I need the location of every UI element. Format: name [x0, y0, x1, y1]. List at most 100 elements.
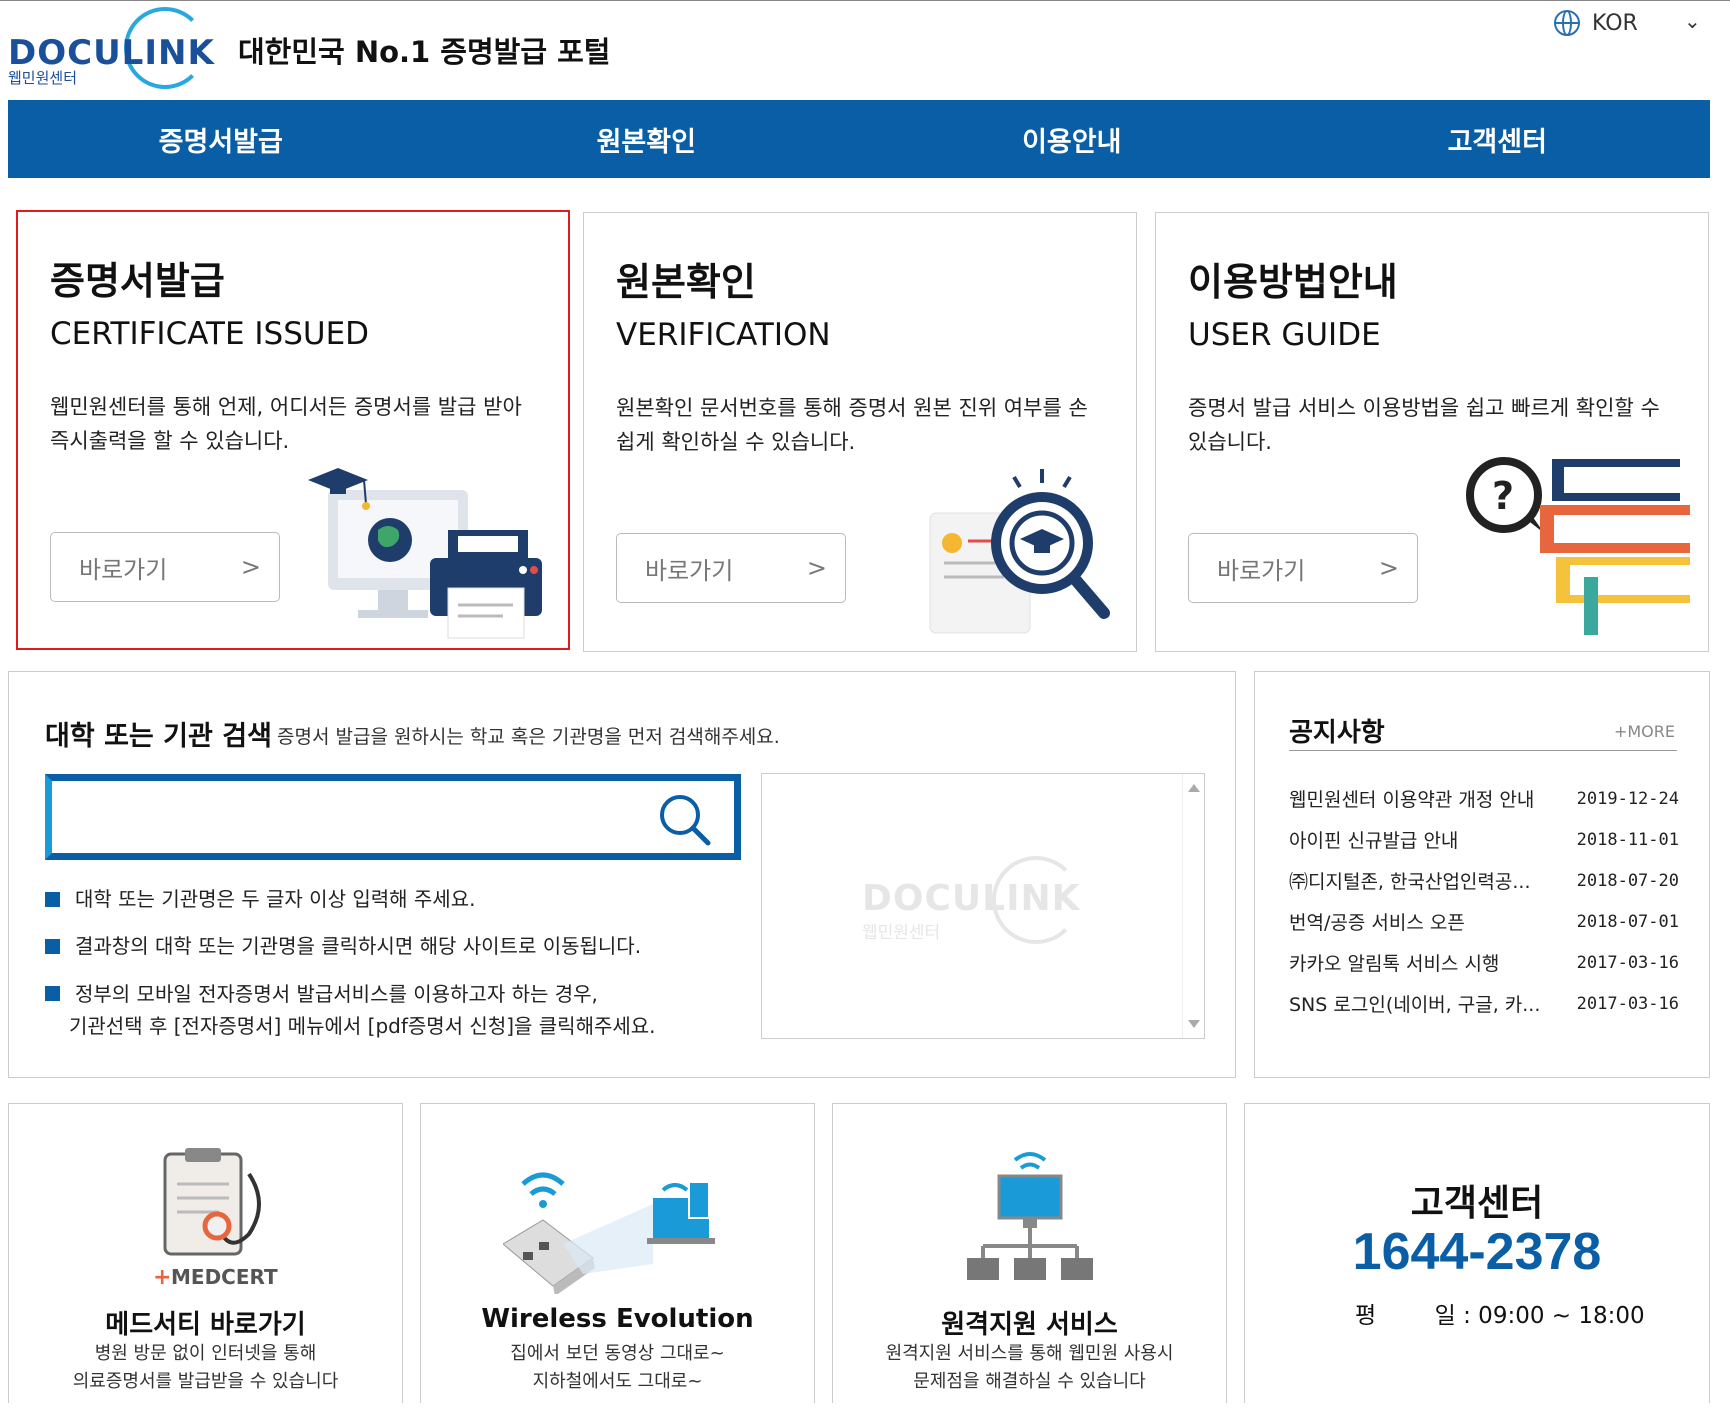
- nav-customer-center[interactable]: 고객센터: [1285, 100, 1711, 178]
- notice-item[interactable]: 카카오 알림톡 서비스 시행 2017-03-16: [1289, 942, 1679, 983]
- notice-item-title[interactable]: ㈜디지털존, 한국산업인력공...: [1289, 867, 1551, 894]
- bcard-desc-line: 문제점을 해결하실 수 있습니다: [913, 1371, 1146, 1392]
- bullet-square-icon: [45, 939, 60, 954]
- institution-search-panel: 대학 또는 기관 검색 증명서 발급을 원하시는 학교 혹은 기관명을 먼저 검…: [8, 671, 1236, 1078]
- card-user-guide: 이용방법안내 USER GUIDE 증명서 발급 서비스 이용방법을 쉽고 빠르…: [1155, 212, 1709, 652]
- card-title: 이용방법안내: [1188, 260, 1398, 304]
- card-verification: 원본확인 VERIFICATION 원본확인 문서번호를 통해 증명서 원본 진…: [583, 212, 1137, 652]
- main-nav: 증명서발급 원본확인 이용안내 고객센터: [8, 100, 1710, 178]
- go-button-label: 바로가기: [1217, 556, 1306, 585]
- svg-text:?: ?: [1492, 474, 1514, 518]
- language-label: KOR: [1592, 10, 1638, 36]
- doculink-watermark: DOCULINK 웹민원센터: [862, 856, 1102, 946]
- bullet-square-icon: [45, 892, 60, 907]
- watermark-text: DOCULINK: [862, 878, 1081, 919]
- search-icon[interactable]: [656, 791, 712, 847]
- notice-list: 웹민원센터 이용약관 개정 안내 2019-12-24 아이핀 신규발급 안내 20…: [1289, 778, 1679, 1024]
- bcard-desc-line: 의료증명서를 발급받을 수 있습니다: [72, 1371, 339, 1392]
- nav-verification[interactable]: 원본확인: [434, 100, 860, 178]
- nav-guide[interactable]: 이용안내: [859, 100, 1285, 178]
- notice-item-title[interactable]: 번역/공증 서비스 오픈: [1289, 908, 1551, 935]
- bcard-desc: 병원 방문 없이 인터넷을 통해 의료증명서를 발급받을 수 있습니다: [9, 1340, 402, 1396]
- card-desc: 웹민원센터를 통해 언제, 어디서든 증명서를 발급 받아 즉시출력을 할 수 …: [50, 395, 522, 453]
- bcard-title: 원격지원 서비스: [941, 1310, 1118, 1340]
- notice-item[interactable]: SNS 로그인(네이버, 구글, 카... 2017-03-16: [1289, 983, 1679, 1024]
- card-subtitle: CERTIFICATE ISSUED: [50, 316, 370, 352]
- scroll-up-icon[interactable]: [1188, 784, 1200, 792]
- nav-certificate[interactable]: 증명서발급: [8, 100, 434, 178]
- bcard-desc-line: 집에서 보던 동영상 그대로~: [510, 1343, 725, 1364]
- language-selector[interactable]: KOR ⌄: [1554, 7, 1701, 39]
- card-desc: 원본확인 문서번호를 통해 증명서 원본 진위 여부를 손쉽게 확인하실 수 있…: [616, 396, 1088, 454]
- arrow-right-icon: >: [240, 553, 261, 581]
- go-button-verification[interactable]: 바로가기 >: [616, 533, 846, 603]
- notice-item-date: 2018-07-20: [1576, 870, 1679, 891]
- search-tips: 대학 또는 기관명은 두 글자 이상 입력해 주세요. 결과창의 대학 또는 기…: [45, 884, 656, 1059]
- arrow-right-icon: >: [806, 554, 827, 582]
- card-title: 증명서발급: [50, 259, 225, 303]
- arrow-right-icon: >: [1378, 554, 1399, 582]
- tip-item: 결과창의 대학 또는 기관명을 클릭하시면 해당 사이트로 이동됩니다.: [45, 931, 656, 961]
- search-title: 대학 또는 기관 검색: [45, 721, 272, 752]
- scroll-down-icon[interactable]: [1188, 1020, 1200, 1028]
- tip-text: 결과창의 대학 또는 기관명을 클릭하시면 해당 사이트로 이동됩니다.: [75, 934, 642, 958]
- card-certificate: 증명서발급 CERTIFICATE ISSUED 웹민원센터를 통해 언제, 어…: [16, 210, 570, 650]
- notice-item-date: 2017-03-16: [1576, 952, 1679, 973]
- go-button-label: 바로가기: [79, 555, 168, 584]
- card-desc: 증명서 발급 서비스 이용방법을 쉽고 빠르게 확인할 수 있습니다.: [1188, 396, 1660, 454]
- notice-divider: [1289, 750, 1677, 751]
- medcerti-card[interactable]: + MEDCERTI 메드서티 바로가기 병원 방문 없이 인터넷을 통해 의료…: [8, 1103, 403, 1403]
- notice-item-title[interactable]: 카카오 알림톡 서비스 시행: [1289, 949, 1551, 976]
- bcard-title: Wireless Evolution: [481, 1304, 754, 1334]
- card-subtitle: VERIFICATION: [616, 317, 831, 353]
- notice-item[interactable]: 아이핀 신규발급 안내 2018-11-01: [1289, 819, 1679, 860]
- customer-center-phone[interactable]: 1644-2378: [1245, 1222, 1709, 1282]
- clipboard-stethoscope-icon: + MEDCERTI: [153, 1148, 279, 1290]
- computer-printer-illustration: [308, 468, 542, 639]
- bcard-desc-line: 지하철에서도 그대로~: [532, 1371, 703, 1392]
- search-box: [45, 774, 741, 860]
- globe-icon: [1554, 10, 1580, 36]
- notice-item-title[interactable]: SNS 로그인(네이버, 구글, 카...: [1289, 990, 1551, 1017]
- institution-search-input[interactable]: [62, 791, 652, 843]
- notice-item-title[interactable]: 아이핀 신규발급 안내: [1289, 826, 1551, 853]
- doculink-logo[interactable]: DOCULINK 웹민원센터: [8, 7, 228, 93]
- card-subtitle: USER GUIDE: [1188, 317, 1381, 353]
- remote-support-card[interactable]: 원격지원 서비스 원격지원 서비스를 통해 웹민원 사용시 문제점을 해결하실 …: [832, 1103, 1227, 1403]
- bcard-desc-line: 원격지원 서비스를 통해 웹민원 사용시: [885, 1343, 1174, 1364]
- notice-item[interactable]: ㈜디지털존, 한국산업인력공... 2018-07-20: [1289, 860, 1679, 901]
- svg-text:+: +: [153, 1265, 171, 1290]
- wireless-card[interactable]: Wireless Evolution 집에서 보던 동영상 그대로~ 지하철에서…: [420, 1103, 815, 1403]
- books-question-illustration: ?: [1466, 457, 1690, 635]
- card-title: 원본확인: [616, 260, 756, 304]
- tip-text: 대학 또는 기관명은 두 글자 이상 입력해 주세요.: [75, 887, 476, 911]
- results-scrollbar[interactable]: [1182, 774, 1204, 1038]
- notice-item-title[interactable]: 웹민원센터 이용약관 개정 안내: [1289, 785, 1551, 812]
- bcard-desc: 집에서 보던 동영상 그대로~ 지하철에서도 그대로~: [421, 1340, 814, 1396]
- bcard-desc: 원격지원 서비스를 통해 웹민원 사용시 문제점을 해결하실 수 있습니다: [833, 1340, 1226, 1396]
- tip-item: 정부의 모바일 전자증명서 발급서비스를 이용하고자 하는 경우, 기관선택 후…: [45, 978, 656, 1042]
- magnifier-certificate-illustration: [929, 469, 1110, 634]
- bcard-desc-line: 병원 방문 없이 인터넷을 통해: [94, 1343, 317, 1364]
- tip-text-continued: 기관선택 후 [전자증명서] 메뉴에서 [pdf증명서 신청]을 클릭해주세요.: [69, 1014, 656, 1038]
- go-button-guide[interactable]: 바로가기 >: [1188, 533, 1418, 603]
- bcard-title: 메드서티 바로가기: [105, 1310, 306, 1340]
- notice-item[interactable]: 웹민원센터 이용약관 개정 안내 2019-12-24: [1289, 778, 1679, 819]
- notice-more-link[interactable]: +MORE: [1614, 722, 1675, 741]
- notice-item[interactable]: 번역/공증 서비스 오픈 2018-07-01: [1289, 901, 1679, 942]
- customer-center-hours: 평 일 : 09:00 ~ 18:00: [1355, 1303, 1645, 1329]
- tip-item: 대학 또는 기관명은 두 글자 이상 입력해 주세요.: [45, 884, 656, 914]
- medcerti-logo-text: MEDCERTI: [171, 1265, 279, 1289]
- chevron-down-icon: ⌄: [1684, 9, 1701, 33]
- watermark-sub: 웹민원센터: [862, 923, 941, 943]
- customer-center-card: 고객센터 1644-2378 평 일 : 09:00 ~ 18:00: [1244, 1103, 1710, 1403]
- tagline: 대한민국 No.1 증명발급 포털: [238, 35, 611, 69]
- notice-title: 공지사항: [1289, 718, 1385, 748]
- notice-item-date: 2017-03-16: [1576, 993, 1679, 1014]
- customer-center-title: 고객센터: [1410, 1183, 1544, 1224]
- go-button-certificate[interactable]: 바로가기 >: [50, 532, 280, 602]
- wireless-usb-icon: [503, 1172, 715, 1294]
- notice-item-date: 2019-12-24: [1576, 788, 1679, 809]
- bullet-square-icon: [45, 986, 60, 1001]
- search-results-box[interactable]: DOCULINK 웹민원센터: [761, 773, 1205, 1039]
